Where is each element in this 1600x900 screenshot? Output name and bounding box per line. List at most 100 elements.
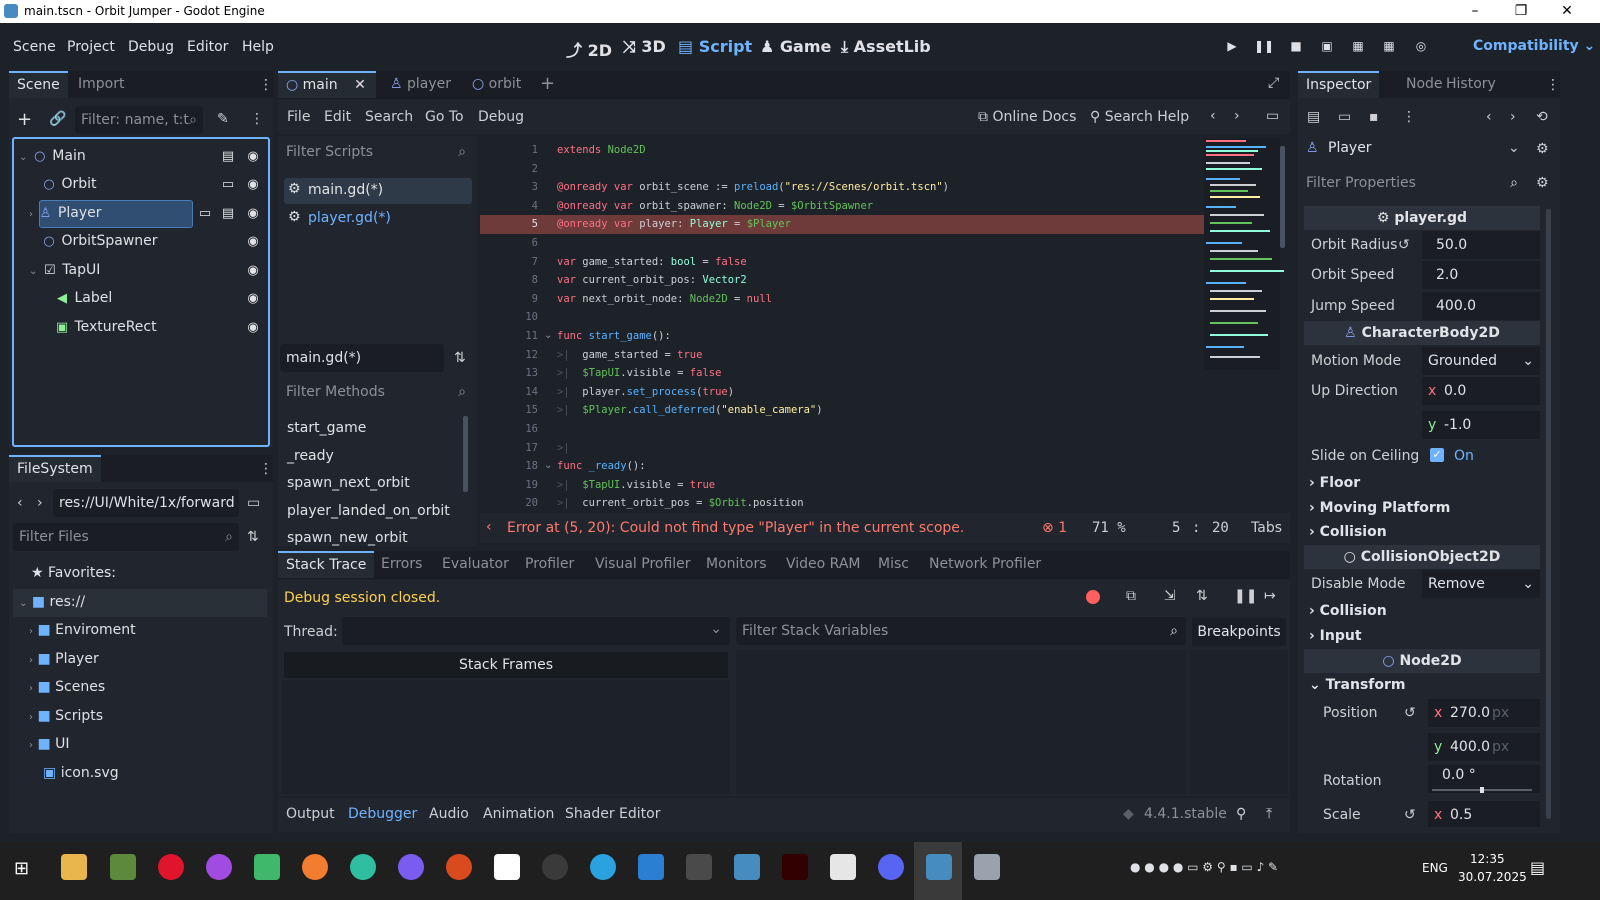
- online-docs-button[interactable]: ⧉ Online Docs: [978, 109, 1076, 125]
- godot-icon[interactable]: [926, 854, 952, 880]
- prop-rotation-slider[interactable]: 0.0 °: [1428, 765, 1540, 793]
- method-ready[interactable]: _ready: [287, 448, 334, 464]
- method-spawn-next-orbit[interactable]: spawn_next_orbit: [287, 475, 410, 491]
- illustrator-icon[interactable]: [782, 854, 808, 880]
- section-characterbody2d[interactable]: ♙ CharacterBody2D: [1304, 321, 1540, 345]
- renderer-select[interactable]: Compatibility ⌄: [1473, 38, 1595, 54]
- tab-stack-trace[interactable]: Stack Trace: [278, 551, 375, 578]
- pin-icon[interactable]: ⚲: [1236, 806, 1246, 822]
- expand-panel-icon[interactable]: ⤒: [1266, 806, 1272, 822]
- sort-icon[interactable]: ⇅: [247, 529, 259, 545]
- tree-node-label[interactable]: ◀ Label: [54, 284, 112, 312]
- godot-icon[interactable]: [734, 854, 760, 880]
- resource-menu-icon[interactable]: ⋮: [1402, 109, 1416, 125]
- prop-orbit-radius-value[interactable]: 50.0: [1422, 231, 1540, 259]
- discord-icon[interactable]: [878, 854, 904, 880]
- firefox-icon[interactable]: [302, 854, 328, 880]
- opera-icon[interactable]: [158, 854, 184, 880]
- vscode-icon[interactable]: [638, 854, 664, 880]
- tab-video-ram[interactable]: Video RAM: [778, 551, 869, 578]
- new-resource-icon[interactable]: ▤: [1307, 109, 1320, 125]
- open-resource-icon[interactable]: ▭: [1338, 109, 1351, 125]
- version-label[interactable]: 4.4.1.stable: [1144, 806, 1227, 822]
- menu-editor[interactable]: Editor: [187, 39, 228, 55]
- revert-icon[interactable]: ↺: [1404, 705, 1416, 721]
- workspace-3d[interactable]: ⤨ 3D: [623, 37, 666, 57]
- tab-animation[interactable]: Animation: [483, 806, 554, 822]
- tab-visual-profiler[interactable]: Visual Profiler: [587, 551, 699, 578]
- stack-variables-list[interactable]: [736, 650, 1186, 794]
- method-spawn-new-orbit[interactable]: spawn_new_orbit: [287, 530, 408, 546]
- history-back-icon[interactable]: ‹: [1210, 108, 1216, 124]
- save-resource-icon[interactable]: ▪: [1369, 109, 1379, 125]
- prop-jump-speed-value[interactable]: 400.0: [1422, 292, 1540, 320]
- folder-ui[interactable]: › ■ UI: [29, 730, 70, 758]
- forward-icon[interactable]: ›: [37, 495, 43, 511]
- indent-mode[interactable]: Tabs: [1251, 520, 1282, 536]
- workspace-script[interactable]: ▤ Script: [678, 37, 752, 56]
- tree-node-player[interactable]: › ♙ Player: [29, 199, 101, 227]
- prop-orbit-speed-value[interactable]: 2.0: [1422, 261, 1540, 289]
- filter-stack-variables-input[interactable]: Filter Stack Variables ⌕: [736, 617, 1186, 645]
- script-menu-file[interactable]: File: [287, 109, 310, 125]
- menu-project[interactable]: Project: [67, 39, 115, 55]
- group-floor[interactable]: › Floor: [1309, 475, 1360, 491]
- tree-node-main[interactable]: ⌄ ○ Main: [19, 142, 86, 170]
- tree-node-tapui[interactable]: ⌄ ☑ TapUI: [29, 256, 100, 284]
- visibility-eye-icon[interactable]: ◉: [245, 263, 261, 279]
- error-counter[interactable]: ⊗ 1: [1042, 520, 1067, 536]
- scene-tab-main[interactable]: ○ main ✕: [278, 71, 376, 98]
- telegram-icon[interactable]: [590, 854, 616, 880]
- visibility-eye-icon[interactable]: ◉: [245, 177, 261, 193]
- prop-up-direction-x[interactable]: x 0.0: [1422, 377, 1540, 405]
- viber-icon[interactable]: [398, 854, 424, 880]
- step-over-icon[interactable]: ⇅: [1196, 588, 1208, 604]
- distraction-free-icon[interactable]: ⤢: [1268, 75, 1279, 91]
- code-scrollbar[interactable]: [1280, 146, 1285, 248]
- tab-misc[interactable]: Misc: [870, 551, 917, 578]
- error-message[interactable]: Error at (5, 20): Could not find type "P…: [507, 520, 964, 536]
- scene-tab-player[interactable]: ♙ player: [382, 71, 459, 98]
- close-tab-icon[interactable]: ✕: [354, 77, 366, 93]
- play-icon[interactable]: ▶: [1222, 39, 1242, 55]
- stop-recording-icon[interactable]: [1086, 590, 1100, 604]
- visibility-eye-icon[interactable]: ◉: [245, 234, 261, 250]
- app-cube-icon[interactable]: [110, 854, 136, 880]
- thread-select[interactable]: ⌄: [342, 617, 730, 645]
- prop-disable-mode-select[interactable]: Remove ⌄: [1422, 570, 1540, 598]
- tree-node-texturerect[interactable]: ▣ TextureRect: [54, 313, 157, 341]
- tab-history[interactable]: History: [1438, 71, 1504, 98]
- dock-menu-icon[interactable]: ⋮: [259, 77, 273, 93]
- inspected-object-select[interactable]: ♙ Player ⌄: [1302, 135, 1528, 163]
- zoom-level[interactable]: 71 %: [1092, 520, 1126, 536]
- slide-on-ceiling-checkbox[interactable]: ✓: [1430, 448, 1444, 462]
- filter-properties-input[interactable]: Filter Properties ⌕: [1300, 169, 1526, 197]
- visibility-eye-icon[interactable]: ◉: [245, 320, 261, 336]
- collapse-icon[interactable]: ‹: [486, 519, 492, 535]
- tab-inspector[interactable]: Inspector: [1298, 71, 1380, 98]
- revert-icon[interactable]: ↺: [1398, 237, 1410, 253]
- prop-up-direction-y[interactable]: y -1.0: [1422, 411, 1540, 439]
- tab-evaluator[interactable]: Evaluator: [434, 551, 517, 578]
- object-history-icon[interactable]: ⟲: [1536, 109, 1548, 125]
- search-help-button[interactable]: ⚲ Search Help: [1090, 109, 1189, 125]
- back-icon[interactable]: ‹: [17, 495, 23, 511]
- property-settings-icon[interactable]: ⚙: [1536, 175, 1549, 191]
- object-properties-icon[interactable]: ⚙: [1536, 141, 1549, 157]
- tab-errors[interactable]: Errors: [373, 551, 430, 578]
- group-collision-2[interactable]: › Collision: [1309, 603, 1387, 619]
- app-icon[interactable]: [686, 854, 712, 880]
- clock-time[interactable]: 12:35: [1470, 852, 1505, 866]
- tab-filesystem[interactable]: FileSystem: [9, 455, 101, 482]
- group-transform[interactable]: ⌄ Transform: [1309, 677, 1405, 693]
- scene-filter-input[interactable]: Filter: name, t:t ⌕: [75, 106, 203, 134]
- methods-scrollbar[interactable]: [463, 416, 468, 492]
- tree-node-orbitspawner[interactable]: ○ OrbitSpawner: [41, 227, 157, 255]
- group-input[interactable]: › Input: [1309, 628, 1362, 644]
- workspace-assetlib[interactable]: ⤓ AssetLib: [841, 37, 931, 57]
- script-icon[interactable]: ▤: [220, 149, 236, 165]
- prop-position-y[interactable]: y 400.0 px: [1428, 733, 1540, 761]
- notifications-icon[interactable]: ▤: [1530, 858, 1545, 877]
- visibility-eye-icon[interactable]: ◉: [245, 149, 261, 165]
- filesystem-path-input[interactable]: res://UI/White/1x/forward: [53, 489, 239, 517]
